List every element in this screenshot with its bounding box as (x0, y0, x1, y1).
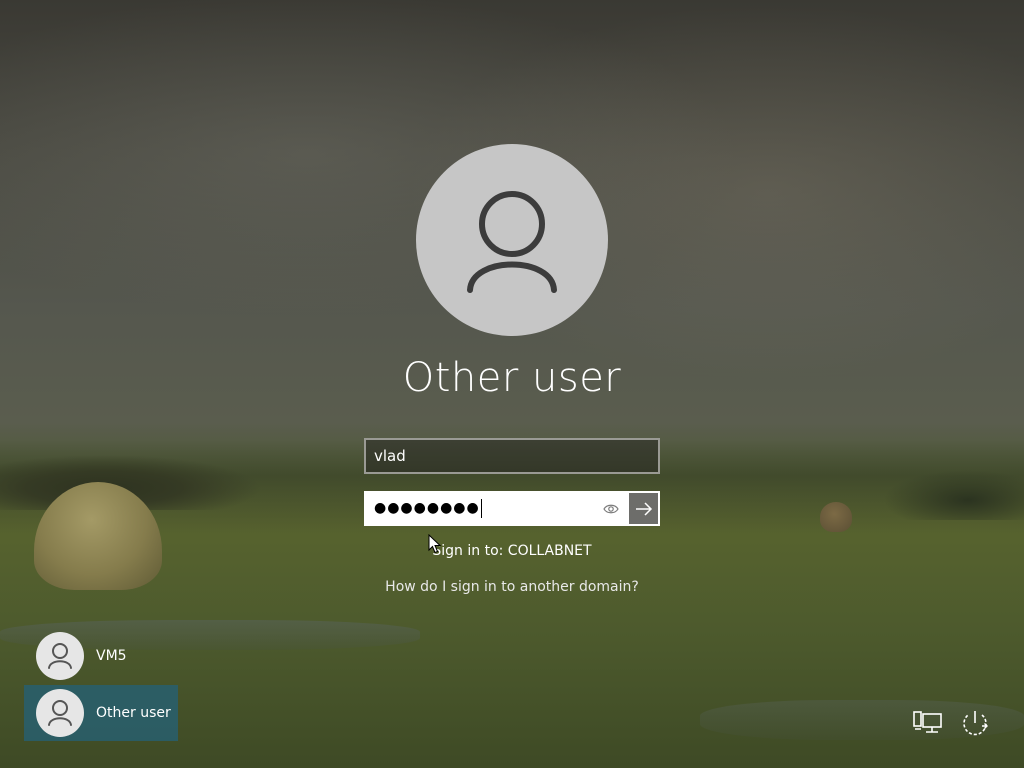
user-tile-avatar (36, 689, 84, 737)
domain-help-link[interactable]: How do I sign in to another domain? (0, 579, 1024, 595)
user-tile-avatar (36, 632, 84, 680)
power-icon[interactable] (958, 706, 992, 740)
person-icon (48, 643, 72, 669)
arrow-right-icon (636, 502, 653, 516)
text-caret (480, 498, 482, 518)
background-trees-right (884, 470, 1024, 520)
submit-button[interactable] (627, 491, 660, 526)
user-tile-other-user[interactable]: Other user (24, 685, 178, 741)
lock-screen-background: Other user vlad ●●●●●●●● Sign in to: COL… (0, 0, 1024, 768)
user-tile-vm5[interactable]: VM5 (24, 628, 178, 684)
mouse-pointer-icon (428, 534, 442, 554)
person-icon (48, 700, 72, 726)
background-haystack-small (820, 502, 852, 532)
user-avatar (416, 144, 608, 336)
password-input[interactable]: ●●●●●●●● (366, 493, 628, 524)
user-tile-label: Other user (96, 705, 171, 721)
password-mask: ●●●●●●●● (374, 500, 480, 516)
password-box: ●●●●●●●● (364, 491, 660, 526)
network-icon[interactable] (911, 706, 945, 740)
reveal-password-button[interactable] (600, 500, 622, 518)
person-icon (467, 191, 557, 293)
eye-icon (603, 504, 619, 514)
username-input[interactable]: vlad (364, 438, 660, 474)
user-tile-label: VM5 (96, 648, 127, 664)
account-display-name: Other user (402, 355, 622, 401)
sign-in-target: Sign in to: COLLABNET (432, 543, 592, 559)
